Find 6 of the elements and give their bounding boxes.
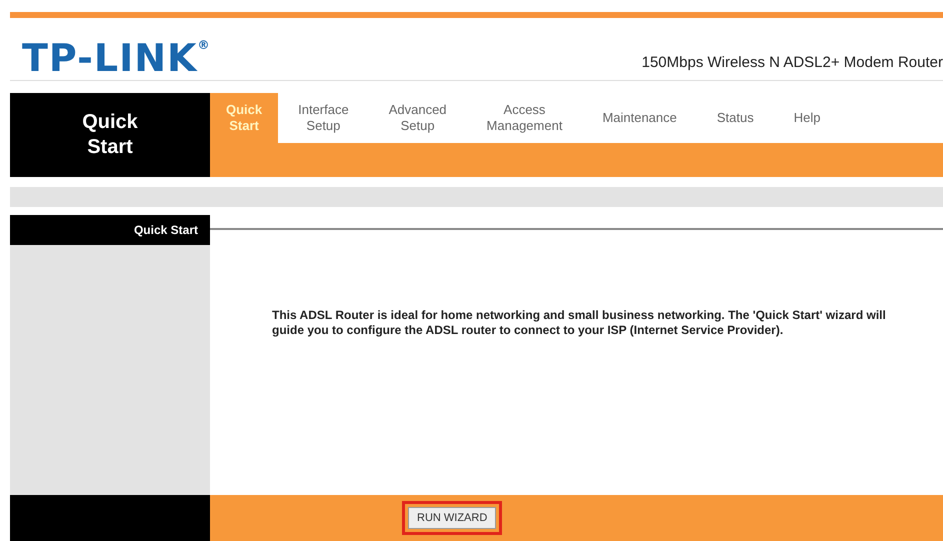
- panel-label: Quick Start: [10, 215, 210, 245]
- description-text: This ADSL Router is ideal for home networking and small business networking. The 'Quick Start' wizard will guide you to configure the ADSL router to connect to your ISP (Internet Service Provider).: [272, 308, 887, 338]
- section-title: Quick Start: [10, 93, 210, 177]
- model-name: 150Mbps Wireless N ADSL2+ Modem Router: [642, 54, 943, 71]
- run-wizard-button[interactable]: RUN WIZARD: [408, 507, 496, 529]
- logo: TP-LINK®: [22, 36, 210, 80]
